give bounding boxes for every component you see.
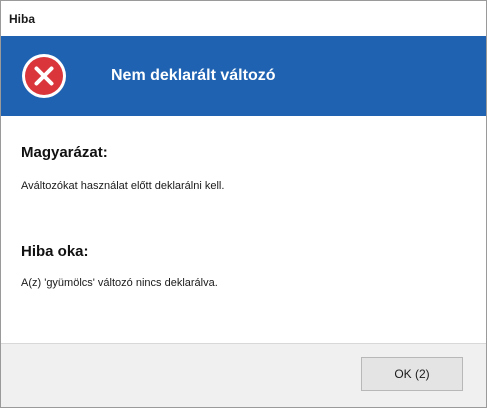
explanation-text: Aváltozókat használat előtt deklarálni k…	[21, 180, 225, 192]
cause-title: Hiba oka:	[21, 243, 89, 260]
error-dialog: Hiba Nem deklarált változó Magyarázat: A…	[0, 0, 487, 408]
title-bar: Hiba	[1, 1, 486, 36]
dialog-content: Magyarázat: Aváltozókat használat előtt …	[1, 116, 486, 343]
dialog-footer: OK (2)	[1, 343, 486, 407]
window-title: Hiba	[9, 11, 36, 26]
ok-button[interactable]: OK (2)	[361, 357, 463, 391]
cause-text: A(z) 'gyümölcs' változó nincs deklarálva…	[21, 277, 218, 289]
explanation-title: Magyarázat:	[21, 144, 108, 161]
error-heading: Nem deklarált változó	[111, 67, 276, 84]
error-header: Nem deklarált változó	[1, 36, 486, 116]
error-x-icon	[22, 54, 66, 98]
